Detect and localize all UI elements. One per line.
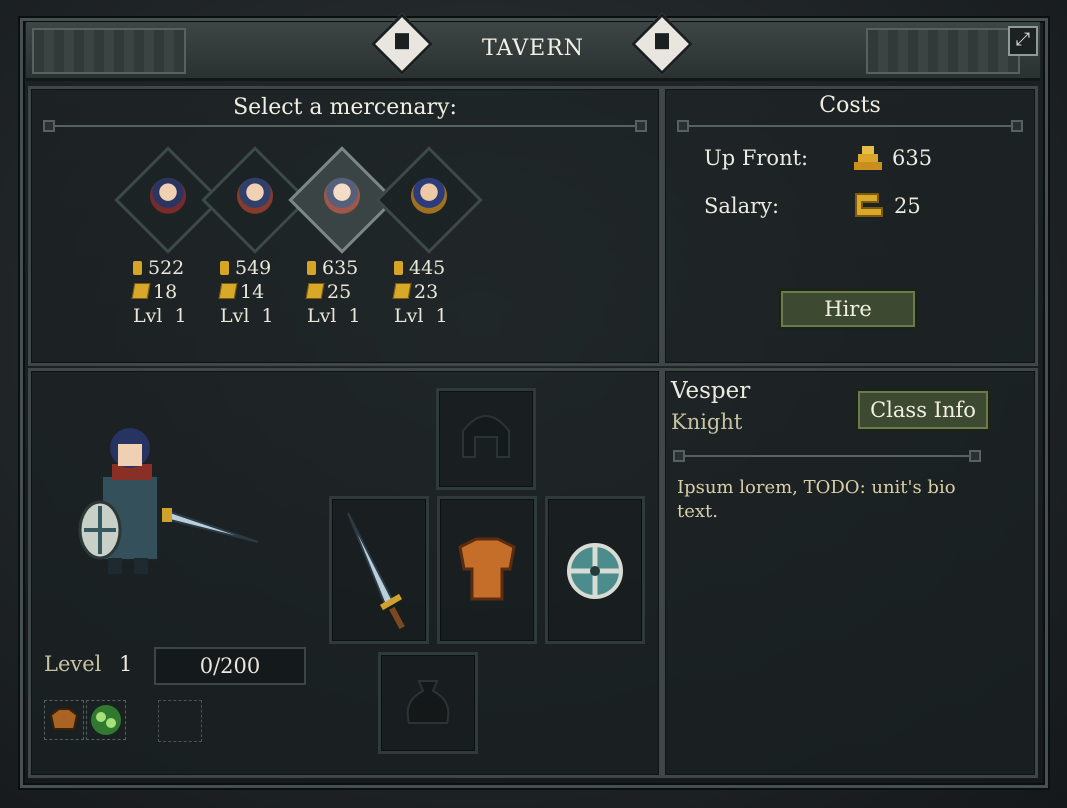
mercenary-level: Lvl 1 — [133, 305, 187, 327]
level-label: Level — [44, 652, 102, 676]
salary-icon — [392, 283, 412, 299]
salary-icon — [305, 283, 325, 299]
unit-bio: Ipsum lorem, TODO: unit's bio text. — [677, 477, 956, 522]
salary-icon — [852, 190, 886, 220]
armor-icon — [458, 537, 516, 601]
class-info-button[interactable]: Class Info — [855, 388, 991, 432]
mercenary-card-selected[interactable]: 635 25 Lvl 1 — [288, 146, 396, 328]
divider — [673, 450, 981, 462]
salary-value: 25 — [894, 194, 921, 218]
mercenary-card[interactable]: 522 18 Lvl 1 — [114, 146, 222, 328]
gold-coin-icon — [394, 261, 403, 275]
hire-button[interactable]: Hire — [778, 288, 918, 330]
mercenary-salary: 14 — [218, 280, 298, 304]
armor-slot[interactable] — [437, 496, 537, 644]
up-front-label: Up Front: — [704, 146, 809, 170]
panel-title: Select a mercenary: — [233, 95, 457, 120]
round-shield-icon — [567, 543, 623, 599]
gold-coin-icon — [220, 261, 229, 275]
helmet-slot[interactable] — [436, 388, 536, 490]
mercenary-salary: 18 — [131, 280, 211, 304]
gold-pile-icon — [852, 144, 884, 172]
xp-bar: 0/200 — [154, 647, 306, 685]
unit-name: Vesper — [671, 378, 751, 404]
window-title: TAVERN — [481, 36, 585, 61]
salary-icon — [218, 283, 238, 299]
title-bar: TAVERN — [26, 22, 1040, 81]
skill-armor-icon[interactable] — [44, 700, 84, 740]
empty-skill-slot[interactable] — [158, 700, 202, 742]
mercenary-level: Lvl 1 — [394, 305, 448, 327]
mercenary-cost: 522 — [133, 256, 211, 280]
up-front-value: 635 — [892, 146, 933, 170]
divider — [43, 120, 647, 132]
mercenary-salary: 25 — [305, 280, 385, 304]
mercenary-level: Lvl 1 — [220, 305, 274, 327]
salary-icon — [131, 283, 151, 299]
panel-title: Costs — [819, 93, 881, 118]
gold-coin-icon — [133, 261, 142, 275]
sword-icon — [347, 512, 405, 630]
pouch-icon — [406, 680, 450, 724]
xp-value: 0/200 — [199, 654, 261, 678]
mercenary-salary: 23 — [392, 280, 472, 304]
expand-icon[interactable]: ⤢ — [1008, 26, 1038, 56]
mercenary-cost: 445 — [394, 256, 472, 280]
mercenary-level: Lvl 1 — [307, 305, 361, 327]
mercenary-card[interactable]: 549 14 Lvl 1 — [201, 146, 309, 328]
skill-heal-icon[interactable] — [86, 700, 126, 740]
mercenary-card[interactable]: 445 23 Lvl 1 — [375, 146, 483, 328]
divider — [677, 120, 1023, 132]
weapon-slot[interactable] — [329, 496, 429, 644]
shield-slot[interactable] — [545, 496, 645, 644]
knight-sprite — [78, 420, 268, 580]
mercenary-portrait[interactable] — [375, 146, 483, 254]
helmet-icon — [462, 415, 510, 458]
unit-class: Knight — [671, 410, 743, 434]
mercenary-cost: 635 — [307, 256, 385, 280]
salary-label: Salary: — [704, 194, 780, 218]
accessory-slot[interactable] — [378, 652, 478, 754]
level-value: 1 — [119, 652, 133, 676]
gold-coin-icon — [307, 261, 316, 275]
mercenary-cost: 549 — [220, 256, 298, 280]
